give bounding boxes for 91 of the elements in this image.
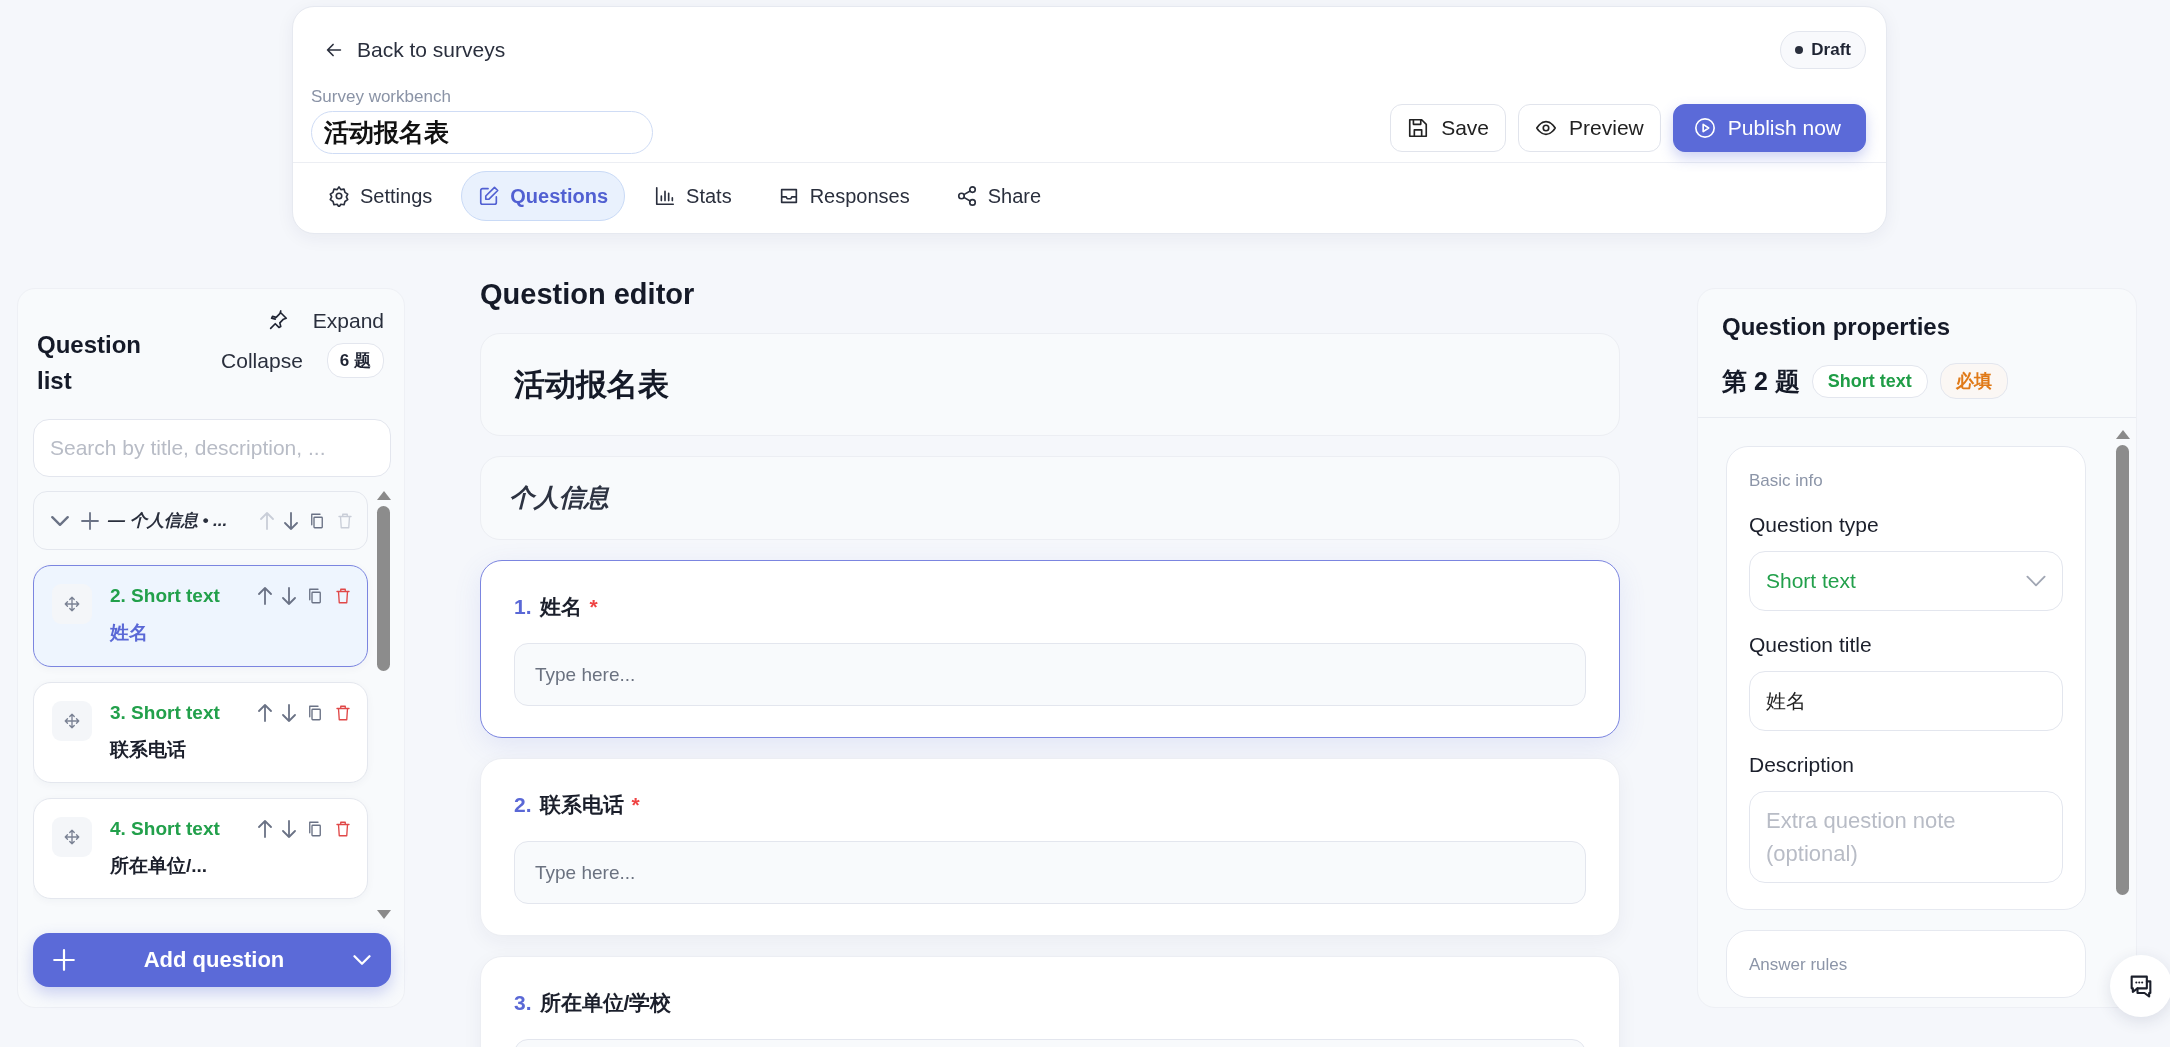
section-heading: 个人信息 xyxy=(509,482,611,513)
tab[interactable]: Settings xyxy=(311,171,450,221)
question-type: 3. Short text xyxy=(110,701,220,724)
gear-icon xyxy=(328,185,350,207)
question-item[interactable]: 2. Short text 姓名 xyxy=(33,565,368,667)
trash-icon xyxy=(334,587,352,606)
panel-title: Question properties xyxy=(1722,313,1952,341)
status-label: Draft xyxy=(1811,40,1851,60)
chat-button[interactable] xyxy=(2110,955,2170,1017)
scroll-down-icon[interactable] xyxy=(376,910,391,919)
question-heading: 1. 姓名 * xyxy=(514,594,599,621)
survey-title: 活动报名表 xyxy=(514,366,670,404)
subtitle: Survey workbench xyxy=(311,87,452,107)
question-item[interactable]: 4. Short text 所在单位/... xyxy=(33,797,368,899)
question-title-field[interactable]: 姓名 xyxy=(1749,671,2063,731)
field-label: Question title xyxy=(1749,633,1873,657)
drag-handle[interactable] xyxy=(52,700,92,741)
down-arrow-icon xyxy=(284,511,298,530)
share-icon xyxy=(955,185,978,207)
section-item[interactable]: — 个人信息 • ... xyxy=(33,491,368,551)
publish-button[interactable]: Publish now xyxy=(1672,104,1866,152)
scroll-thumb[interactable] xyxy=(377,506,390,671)
question-heading: 3. 所在单位/学校 xyxy=(514,990,673,1016)
group-title: Basic info xyxy=(1749,471,1824,491)
edit-icon xyxy=(478,185,501,207)
tab[interactable]: Share xyxy=(938,171,1059,221)
tab[interactable]: Responses xyxy=(760,171,927,221)
question-title: 所在单位/... xyxy=(110,853,209,878)
up-arrow-icon xyxy=(260,511,274,530)
question-heading: 2. 联系电话 * xyxy=(514,792,641,819)
scroll-thumb[interactable] xyxy=(2116,445,2129,895)
move-icon xyxy=(63,711,81,730)
up-arrow-icon xyxy=(258,587,272,606)
up-arrow-icon xyxy=(258,819,272,838)
plus-icon xyxy=(81,511,99,530)
tab[interactable]: Stats xyxy=(637,171,749,221)
preview-button[interactable]: Preview xyxy=(1518,104,1661,152)
question-card[interactable]: 3. 所在单位/学校 xyxy=(480,956,1620,1047)
chevron-down-icon xyxy=(353,955,371,965)
question-count: 6 题 xyxy=(326,343,384,378)
play-icon xyxy=(1693,117,1716,139)
type-tag: Short text xyxy=(1811,364,1928,398)
down-arrow-icon xyxy=(282,587,296,606)
back-link[interactable]: Back to surveys xyxy=(323,38,506,62)
question-title: 联系电话 xyxy=(110,737,187,762)
question-type: 2. Short text xyxy=(110,585,220,608)
scrollbar[interactable] xyxy=(376,491,391,919)
tab[interactable]: Questions xyxy=(461,171,626,221)
survey-title-field[interactable]: 活动报名表 xyxy=(311,111,653,154)
plus-icon xyxy=(53,949,75,971)
question-item[interactable]: 3. Short text 联系电话 xyxy=(33,681,368,783)
expand-button[interactable]: Expand xyxy=(312,309,384,333)
collapse-button[interactable]: Collapse xyxy=(221,348,303,373)
drag-handle[interactable] xyxy=(52,816,92,857)
copy-icon xyxy=(306,819,324,838)
required-tag: 必填 xyxy=(1939,363,2008,399)
question-card[interactable]: 1. 姓名 * Type here... xyxy=(480,560,1620,738)
group-title: Answer rules xyxy=(1749,955,1849,975)
drag-handle[interactable] xyxy=(52,584,92,625)
status-dot-icon xyxy=(1795,46,1804,54)
bar-chart-icon xyxy=(654,185,677,207)
editor-heading: Question editor xyxy=(480,278,696,312)
section-title: — 个人信息 • ... xyxy=(108,510,228,533)
move-icon xyxy=(63,827,81,846)
panel-title: Question list xyxy=(37,330,142,396)
required-marker: * xyxy=(631,793,640,817)
copy-icon xyxy=(308,511,326,530)
field-label: Description xyxy=(1749,753,1856,777)
field-label: Question type xyxy=(1749,513,1880,537)
answer-field[interactable]: Type here... xyxy=(514,841,1586,904)
add-question-button[interactable]: Add question xyxy=(33,933,391,987)
save-icon xyxy=(1407,117,1430,139)
answer-field[interactable]: Type here... xyxy=(514,643,1586,706)
up-arrow-icon xyxy=(258,703,272,722)
back-link-label[interactable]: Back to surveys xyxy=(357,38,506,62)
trash-icon xyxy=(336,511,354,530)
question-type: 4. Short text xyxy=(110,817,220,840)
copy-icon xyxy=(306,587,324,606)
question-title: 姓名 xyxy=(110,621,149,646)
description-field[interactable]: Extra question note (optional) xyxy=(1749,791,2063,883)
required-marker: * xyxy=(589,595,598,619)
down-arrow-icon xyxy=(282,703,296,722)
search-field[interactable]: Search by title, description, ... xyxy=(33,419,391,477)
save-button[interactable]: Save xyxy=(1390,104,1507,152)
copy-icon xyxy=(306,703,324,722)
move-icon xyxy=(63,595,81,614)
trash-icon xyxy=(334,819,352,838)
down-arrow-icon xyxy=(282,819,296,838)
question-number: 第 2 题 xyxy=(1722,365,1800,397)
trash-icon xyxy=(334,703,352,722)
question-card[interactable]: 2. 联系电话 * Type here... xyxy=(480,758,1620,936)
